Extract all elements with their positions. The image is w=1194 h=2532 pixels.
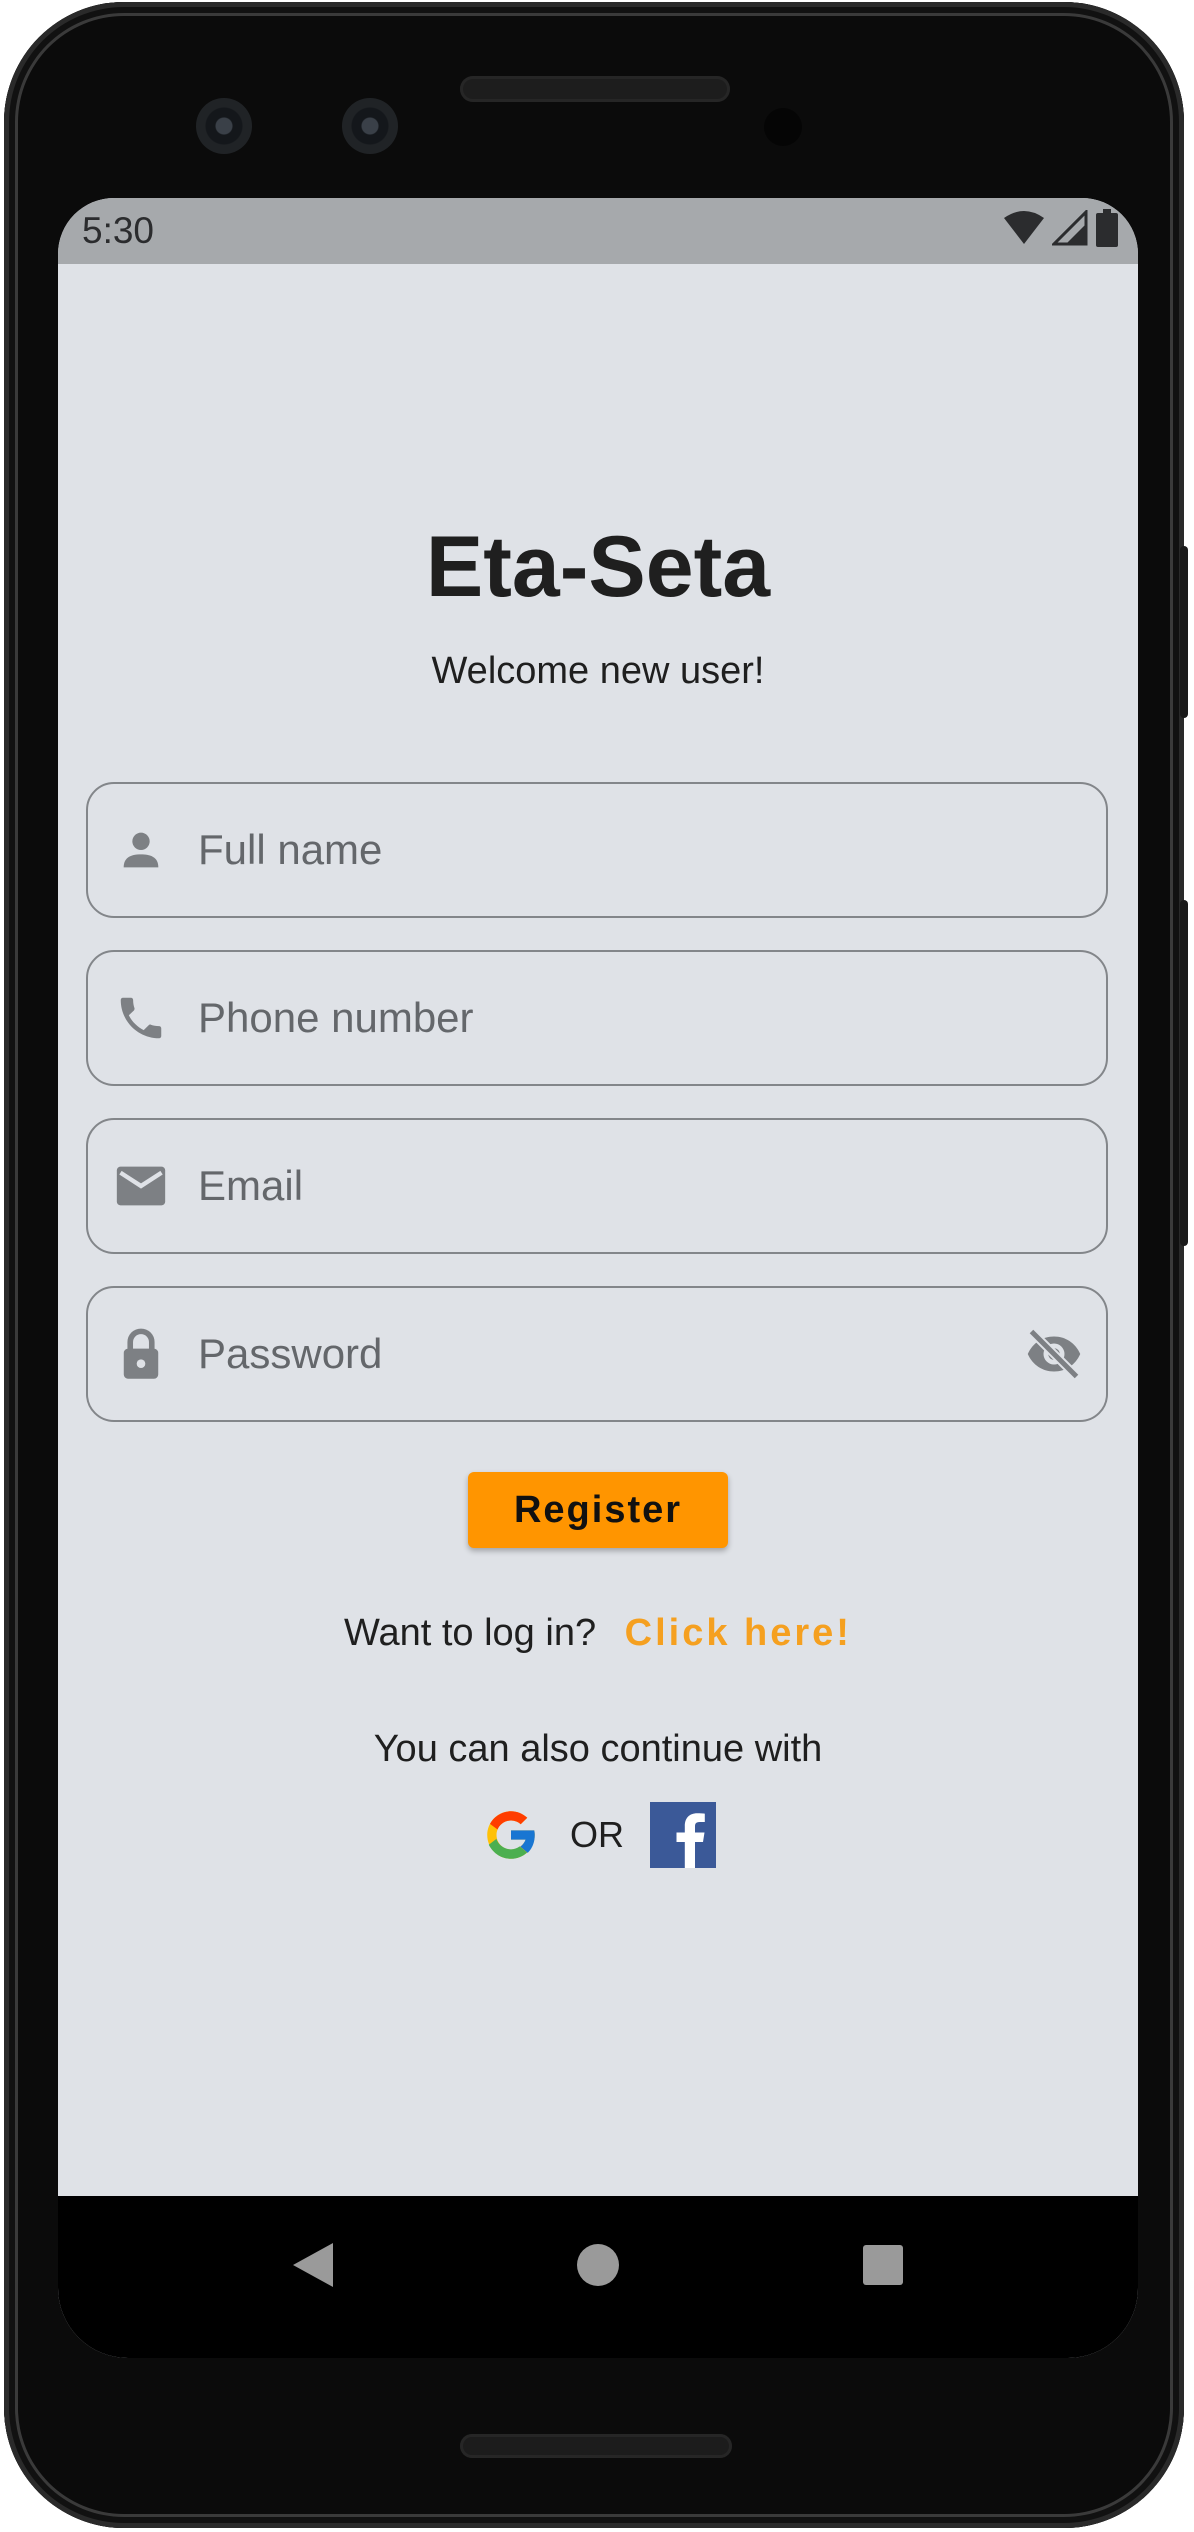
register-button[interactable]: Register	[468, 1472, 728, 1548]
volume-button	[1180, 900, 1188, 1246]
phone-input[interactable]	[196, 977, 1106, 1059]
person-icon	[112, 821, 170, 879]
social-prompt: You can also continue with	[373, 1728, 823, 1770]
lock-icon	[112, 1325, 170, 1383]
navigation-bar	[58, 2196, 1138, 2358]
welcome-subtitle: Welcome new user!	[431, 650, 765, 692]
full-name-input[interactable]	[196, 809, 1106, 891]
home-icon[interactable]	[563, 2230, 633, 2300]
screen: 5:30 Eta-Seta Welcome new user! Full nam…	[58, 198, 1138, 2358]
status-bar: 5:30	[58, 198, 1138, 264]
phone-field[interactable]	[86, 950, 1108, 1086]
status-time: 5:30	[82, 210, 155, 251]
mail-icon	[112, 1157, 170, 1215]
top-speaker	[460, 76, 730, 102]
full-name-field[interactable]	[86, 782, 1108, 918]
status-icons	[1004, 207, 1118, 252]
battery-icon	[1096, 208, 1118, 252]
password-input[interactable]	[196, 1313, 1022, 1395]
power-button	[1180, 546, 1188, 718]
social-login-row: OR	[58, 1802, 1138, 1868]
front-camera-left	[196, 98, 252, 154]
phone-frame: 5:30 Eta-Seta Welcome new user! Full nam…	[4, 2, 1188, 2528]
email-input[interactable]	[196, 1145, 1106, 1227]
login-prompt: Want to log in?	[344, 1612, 597, 1654]
app-title: Eta-Seta	[425, 519, 771, 615]
signal-icon	[1050, 207, 1088, 251]
front-camera-right	[342, 98, 398, 154]
login-row: Want to log in? Click here!	[58, 1612, 1138, 1655]
facebook-logo[interactable]	[650, 1802, 716, 1868]
login-link[interactable]: Click here!	[625, 1612, 852, 1654]
back-icon[interactable]	[278, 2230, 348, 2300]
proximity-sensor	[764, 108, 802, 146]
wifi-icon	[1004, 210, 1044, 251]
visibility-off-icon[interactable]	[1022, 1322, 1086, 1386]
bottom-speaker	[460, 2434, 732, 2458]
google-logo[interactable]	[480, 1804, 542, 1866]
email-field[interactable]	[86, 1118, 1108, 1254]
phone-icon	[112, 989, 170, 1047]
recents-icon[interactable]	[848, 2230, 918, 2300]
social-separator: OR	[570, 1814, 624, 1855]
password-field[interactable]	[86, 1286, 1108, 1422]
